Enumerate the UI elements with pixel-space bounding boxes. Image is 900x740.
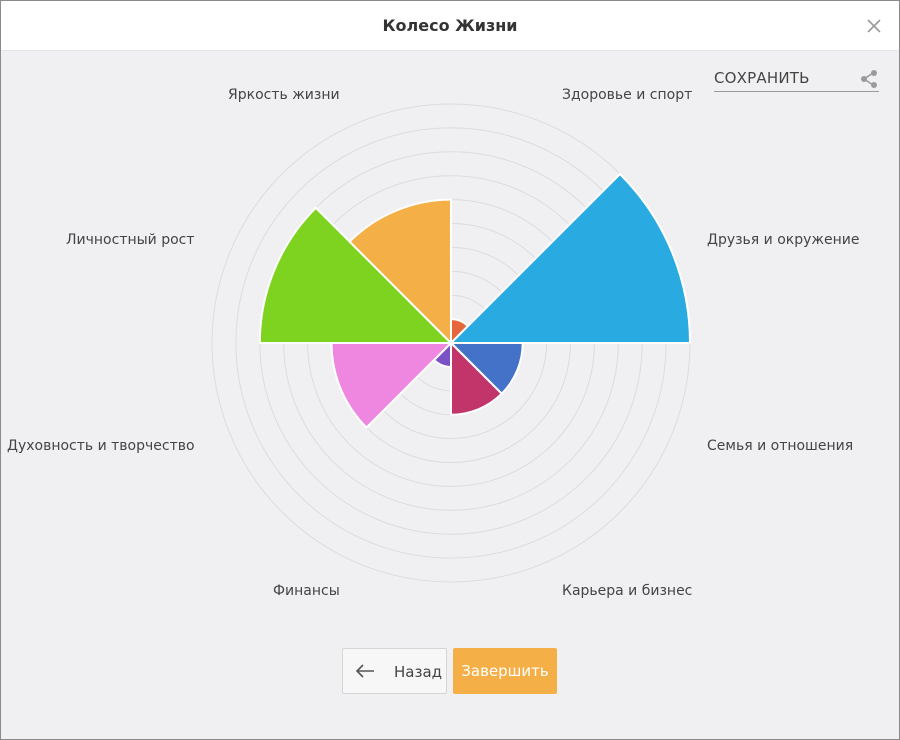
finish-label: Завершить (461, 662, 549, 680)
back-button[interactable]: Назад (342, 648, 447, 694)
sector-label: Семья и отношения (707, 438, 854, 454)
arrow-left-icon (355, 664, 374, 678)
sector-label: Друзья и окружение (707, 232, 860, 248)
finish-button[interactable]: Завершить (453, 648, 557, 694)
save-label: СОХРАНИТЬ (714, 69, 810, 87)
title-bar: Колесо Жизни (1, 1, 899, 51)
window-title: Колесо Жизни (382, 16, 518, 35)
sector-label: Финансы (273, 583, 340, 599)
share-icon (861, 70, 877, 88)
back-label: Назад (394, 663, 443, 681)
sector-label: Духовность и творчество (7, 438, 195, 454)
sector-label: Яркость жизни (228, 87, 340, 103)
sector-label: Личностный рост (66, 232, 195, 248)
sector-label: Карьера и бизнес (562, 583, 693, 599)
sector-label: Здоровье и спорт (562, 87, 693, 103)
save-button[interactable]: СОХРАНИТЬ (714, 67, 879, 92)
close-icon[interactable] (863, 15, 885, 37)
